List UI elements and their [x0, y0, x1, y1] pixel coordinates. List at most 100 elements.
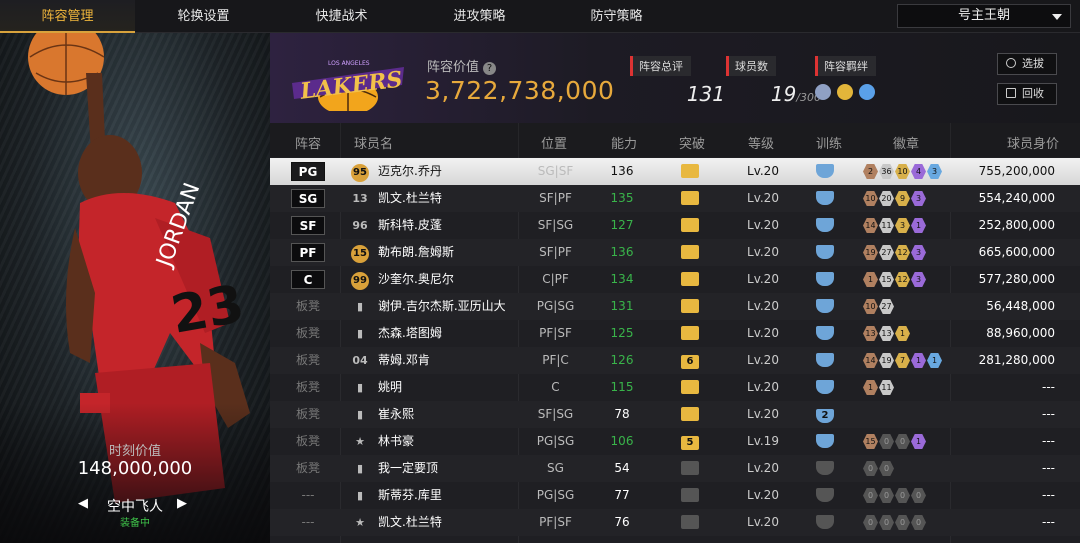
badge-list: 00 — [863, 455, 963, 482]
badge-hex-icon: 10 — [863, 299, 878, 314]
lineup-slot: SF — [290, 212, 326, 239]
badge-hex-icon: 19 — [879, 353, 894, 368]
tab-lineup[interactable]: 阵容管理 — [0, 0, 135, 33]
player-position: SF|PF — [539, 191, 572, 205]
player-level: Lv.20 — [747, 461, 779, 475]
player-position: PF|SF — [539, 326, 572, 340]
player-grade-icon: ▮ — [356, 381, 364, 394]
table-row[interactable]: 板凳 ▮ 崔永熙 SF|SG 78 Lv.20 2 --- — [270, 401, 1080, 428]
svg-text:LOS ANGELES: LOS ANGELES — [328, 60, 370, 67]
col-name: 球员名 — [354, 137, 394, 152]
bond-icons[interactable] — [815, 84, 876, 100]
table-row[interactable]: 板凳 04 蒂姆.邓肯 PF|C 126 6 Lv.20 14 19 7 1 1 281,280,000 — [270, 347, 1080, 374]
badge-hex-icon: 0 — [911, 515, 926, 530]
badge-hex-icon: 11 — [879, 218, 894, 233]
tab-defense[interactable]: 防守策略 — [549, 0, 684, 33]
player-position: C — [551, 380, 560, 394]
table-row[interactable]: --- ★ 凯文.杜兰特 PF|SF 76 Lv.20 0 0 0 0 --- — [270, 509, 1080, 536]
svg-text:23: 23 — [167, 274, 249, 346]
training-shield-icon — [813, 212, 837, 239]
badge-hex-icon: 3 — [895, 218, 910, 233]
player-position: PG|SG — [536, 299, 575, 313]
badge-hex-icon: 0 — [895, 488, 910, 503]
lineup-slot: 板凳 — [295, 299, 320, 313]
badge-list: 10 20 9 3 — [863, 185, 963, 212]
lineup-slot: 板凳 — [295, 461, 320, 475]
lineup-slot: C — [290, 266, 326, 293]
player-rating: 76 — [614, 515, 630, 529]
breakthrough-crown-icon — [670, 212, 710, 239]
tab-quick-tactics[interactable]: 快捷战术 — [274, 0, 409, 33]
player-value: --- — [1042, 380, 1055, 394]
lineup-slot: PF — [290, 239, 326, 266]
total-rating-stat: 阵容总评 131 — [630, 55, 725, 106]
breakthrough-crown-icon — [670, 158, 710, 185]
table-row[interactable]: 板凳 ▮ 杰森.塔图姆 PF|SF 125 Lv.20 13 13 1 88,960,000 — [270, 320, 1080, 347]
training-shield-icon — [813, 374, 837, 401]
lineup-slot: 板凳 — [295, 407, 320, 421]
team-selector[interactable]: 号主王朝 — [897, 4, 1071, 28]
training-shield-icon — [813, 455, 837, 482]
bond-icon[interactable] — [815, 84, 831, 100]
lineup-slot: 板凳 — [295, 380, 320, 394]
training-shield-icon — [813, 320, 837, 347]
badge-hex-icon: 7 — [895, 353, 910, 368]
lakers-logo: LAKERS LOS ANGELES — [292, 60, 404, 111]
player-value: 281,280,000 — [978, 353, 1055, 367]
player-level: Lv.20 — [747, 272, 779, 286]
tab-offense[interactable]: 进攻策略 — [412, 0, 547, 33]
table-row[interactable]: 板凳 ▮ 谢伊.吉尔杰斯.亚历山大 PG|SG 131 Lv.20 10 27 56,448,0… — [270, 293, 1080, 320]
badge-hex-icon: 0 — [895, 434, 910, 449]
player-count-label: 球员数 — [726, 56, 776, 76]
player-name: 斯科特.皮蓬 — [378, 218, 442, 232]
table-row[interactable]: 板凳 ★ 林书豪 PG|SG 106 5 Lv.19 15 0 0 1 --- — [270, 428, 1080, 455]
badge-hex-icon: 0 — [863, 515, 878, 530]
help-icon[interactable]: ? — [483, 62, 497, 75]
table-row[interactable]: --- ▮ 斯蒂芬.库里 PG|SG 77 Lv.20 0 0 0 0 --- — [270, 482, 1080, 509]
table-row[interactable]: PF 15 勒布朗.詹姆斯 SF|PF 136 Lv.20 19 27 12 3 665,600,0… — [270, 239, 1080, 266]
player-value: 577,280,000 — [978, 272, 1055, 286]
team-value: 3,722,738,000 — [425, 76, 615, 105]
recycle-button[interactable]: 回收 — [997, 83, 1057, 105]
tab-rotation[interactable]: 轮换设置 — [136, 0, 271, 33]
table-row[interactable]: PG 95 迈克尔.乔丹 SG|SF 136 Lv.20 2 36 10 4 3 755,200,00… — [270, 158, 1080, 185]
table-row[interactable]: SG 13 凯文.杜兰特 SF|PF 135 Lv.20 10 20 9 3 554,240,000 — [270, 185, 1080, 212]
badge-hex-icon: 15 — [863, 434, 878, 449]
table-row[interactable]: SF 96 斯科特.皮蓬 SF|SG 127 Lv.20 14 11 3 1 252,800,000 — [270, 212, 1080, 239]
badge-hex-icon: 1 — [895, 326, 910, 341]
lineup-slot: 板凳 — [295, 326, 320, 340]
player-name: 凯文.杜兰特 — [378, 515, 442, 529]
player-grade-icon: ▮ — [356, 462, 364, 475]
player-rating: 135 — [610, 191, 634, 205]
badge-hex-icon: 10 — [895, 164, 910, 179]
training-shield-icon: 2 — [813, 401, 837, 428]
badge-hex-icon: 0 — [879, 488, 894, 503]
player-grade-icon: 96 — [352, 219, 368, 232]
player-value: 252,800,000 — [978, 218, 1055, 232]
player-value: --- — [1042, 488, 1055, 502]
player-name: 凯文.杜兰特 — [378, 191, 442, 205]
player-position: PG|SG — [536, 488, 575, 502]
table-row[interactable]: 板凳 ▮ 姚明 C 115 Lv.20 1 11 --- — [270, 374, 1080, 401]
player-name: 沙奎尔.奥尼尔 — [378, 272, 454, 286]
next-card-arrow-icon[interactable]: ▶ — [177, 496, 187, 511]
player-rating: 134 — [610, 272, 634, 286]
breakthrough-crown-icon — [670, 266, 710, 293]
select-button[interactable]: 选拔 — [997, 53, 1057, 75]
table-row[interactable]: C 99 沙奎尔.奥尼尔 C|PF 134 Lv.20 1 15 12 3 577,280,000 — [270, 266, 1080, 293]
badge-hex-icon: 13 — [879, 326, 894, 341]
badge-hex-icon: 1 — [911, 218, 926, 233]
player-level: Lv.19 — [747, 434, 779, 448]
player-level: Lv.20 — [747, 218, 779, 232]
badge-hex-icon: 0 — [863, 488, 878, 503]
badge-hex-icon: 1 — [911, 353, 926, 368]
player-level: Lv.20 — [747, 326, 779, 340]
badge-list: 0000 — [863, 482, 963, 509]
badge-hex-icon: 3 — [911, 191, 926, 206]
bond-icon[interactable] — [837, 84, 853, 100]
player-value: 88,960,000 — [986, 326, 1055, 340]
badge-list: 13 13 1 — [863, 320, 963, 347]
team-header: LAKERS LOS ANGELES 阵容价值? 3,722,738,000 阵… — [270, 33, 1080, 123]
table-row[interactable]: 板凳 ▮ 我一定要顶 SG 54 Lv.20 0 0 --- — [270, 455, 1080, 482]
bond-icon[interactable] — [859, 84, 875, 100]
